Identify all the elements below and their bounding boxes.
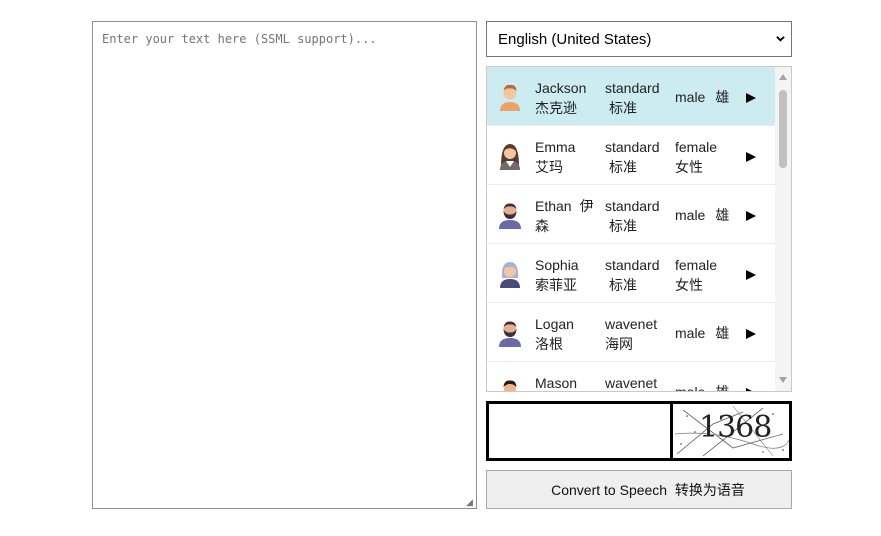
- voice-name-en: Emma: [535, 139, 576, 155]
- captcha-box: 1368: [486, 401, 792, 461]
- voice-type-en: wavenet: [605, 316, 658, 332]
- scroll-up-icon[interactable]: [778, 73, 788, 81]
- bearded-man-avatar: [497, 317, 523, 347]
- voice-name-zh: 杰克逊: [535, 100, 577, 116]
- voice-type-en: standard: [605, 198, 660, 214]
- chevron-down-icon: [776, 36, 785, 42]
- play-icon[interactable]: [745, 327, 757, 339]
- voice-name-zh: 洛根: [535, 336, 563, 352]
- voice-type-zh: 标准: [609, 218, 637, 234]
- voice-type: standard 标准: [605, 255, 669, 295]
- play-icon[interactable]: [745, 209, 757, 221]
- voice-gender-zh: 雄: [715, 207, 730, 223]
- voice-type-zh: 标准: [609, 159, 637, 175]
- voice-gender-en: male: [675, 325, 706, 341]
- voice-name-en: Sophia: [535, 257, 579, 273]
- captcha-image[interactable]: 1368: [670, 404, 789, 458]
- voice-type-en: standard: [605, 80, 660, 96]
- voice-row-sophia[interactable]: Sophia 索菲亚 standard 标准 female 女性: [487, 244, 775, 303]
- voice-type-en: standard: [605, 139, 660, 155]
- voice-type-zh: 海网: [605, 336, 633, 352]
- play-icon[interactable]: [745, 150, 757, 162]
- voice-type: standard 标准: [605, 137, 669, 177]
- voice-gender-zh: 女性: [675, 159, 703, 175]
- voice-gender-en: male: [675, 384, 706, 392]
- voice-name-zh: 伊: [579, 198, 594, 214]
- voice-name-zh: 索菲亚: [535, 277, 577, 293]
- voice-type: standard 标准: [605, 196, 669, 236]
- voice-type-en: wavenet: [605, 375, 658, 391]
- voice-name: Emma 艾玛: [535, 137, 597, 177]
- voice-name-en: Logan: [535, 316, 574, 332]
- scrollbar-thumb[interactable]: [779, 90, 787, 168]
- voice-name-zh: 艾玛: [535, 159, 563, 175]
- voice-name: Logan 洛根: [535, 314, 597, 354]
- voice-gender-en: female: [675, 139, 718, 155]
- voice-type: wavenet 海网: [605, 314, 669, 354]
- voice-gender: male 雄: [675, 87, 745, 107]
- voice-row-ethan[interactable]: Ethan 伊森 standard 标准 male 雄: [487, 185, 775, 244]
- voice-row-jackson[interactable]: Jackson 杰克逊 standard 标准 male 雄: [487, 67, 775, 126]
- voice-name-zh-cont: 森: [535, 218, 549, 234]
- text-input[interactable]: [92, 21, 477, 509]
- play-icon[interactable]: [745, 268, 757, 280]
- voice-name: Sophia 索菲亚: [535, 255, 597, 295]
- voice-type-zh: 标准: [609, 100, 637, 116]
- voice-name-en: Ethan: [535, 198, 572, 214]
- voice-row-mason[interactable]: Mason wavenet male 雄: [487, 362, 775, 392]
- voice-rows: Jackson 杰克逊 standard 标准 male 雄 Emma 艾玛 standard 标…: [487, 67, 775, 392]
- voice-type: standard 标准: [605, 78, 669, 118]
- bearded-man-avatar: [497, 199, 523, 229]
- voice-gender: male 雄: [675, 382, 745, 392]
- play-icon[interactable]: [745, 91, 757, 103]
- language-select-value: English (United States): [498, 30, 652, 48]
- captcha-code: 1368: [699, 410, 772, 445]
- language-select[interactable]: English (United States): [486, 21, 792, 57]
- voice-gender-en: male: [675, 207, 706, 223]
- scroll-down-icon[interactable]: [778, 376, 788, 384]
- voice-name: Mason: [535, 373, 597, 391]
- voice-name-en: Mason: [535, 375, 578, 391]
- old-woman-avatar: [497, 258, 523, 288]
- voice-name: Jackson 杰克逊: [535, 78, 597, 118]
- woman-dark-hair-avatar: [497, 140, 523, 170]
- play-icon[interactable]: [745, 386, 757, 391]
- voice-name-en: Jackson: [535, 80, 587, 96]
- convert-to-speech-button[interactable]: Convert to Speech 转换为语音: [486, 470, 792, 509]
- voice-list: Jackson 杰克逊 standard 标准 male 雄 Emma 艾玛 standard 标…: [486, 66, 792, 392]
- voice-type-en: standard: [605, 257, 660, 273]
- voice-gender-zh: 雄: [715, 384, 730, 392]
- voice-gender: male 雄: [675, 205, 745, 225]
- captcha-input[interactable]: [489, 404, 670, 458]
- voice-list-scrollbar[interactable]: [775, 67, 791, 391]
- young-man-avatar: [497, 376, 523, 391]
- convert-button-label: Convert to Speech 转换为语音: [551, 481, 745, 498]
- voice-gender-zh: 女性: [675, 277, 703, 293]
- voice-gender-zh: 雄: [715, 89, 730, 105]
- voice-gender: female 女性: [675, 255, 745, 295]
- voice-gender: male 雄: [675, 323, 745, 343]
- voice-name: Ethan 伊森: [535, 196, 597, 236]
- voice-type: wavenet: [605, 373, 669, 391]
- voice-row-emma[interactable]: Emma 艾玛 standard 标准 female 女性: [487, 126, 775, 185]
- voice-gender: female 女性: [675, 137, 745, 177]
- voice-row-logan[interactable]: Logan 洛根 wavenet 海网 male 雄: [487, 303, 775, 362]
- voice-type-zh: 标准: [609, 277, 637, 293]
- voice-gender-en: female: [675, 257, 718, 273]
- voice-gender-zh: 雄: [715, 325, 730, 341]
- man-light-hair-avatar: [497, 81, 523, 111]
- voice-gender-en: male: [675, 89, 706, 105]
